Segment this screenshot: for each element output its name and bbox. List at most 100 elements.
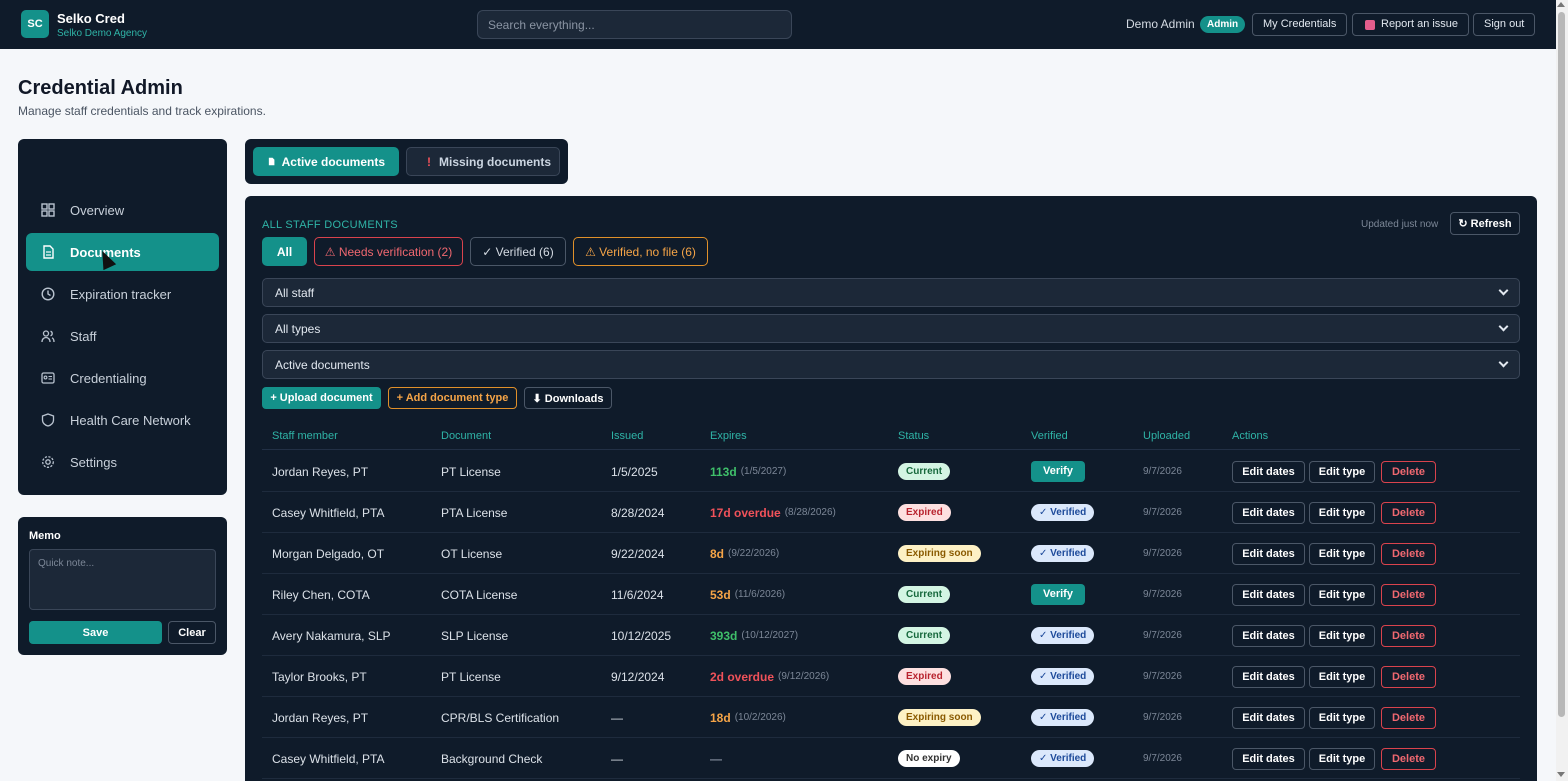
filter-verified[interactable]: ✓ Verified (6): [470, 237, 566, 266]
delete-button[interactable]: Delete: [1381, 543, 1436, 565]
page-scrollbar[interactable]: [1556, 0, 1568, 781]
delete-button[interactable]: Delete: [1381, 666, 1436, 688]
column-header[interactable]: Uploaded: [1143, 430, 1190, 442]
filter-all[interactable]: All: [262, 237, 307, 266]
sidebar-item-label: Expiration tracker: [70, 286, 172, 302]
verified-cell: ✓ Verified: [1031, 492, 1095, 533]
expires-countdown: 2d overdue: [710, 669, 775, 684]
edit-type-button[interactable]: Edit type: [1309, 666, 1375, 688]
column-header[interactable]: Status: [898, 430, 929, 442]
uploaded-cell: 9/7/2026: [1143, 466, 1182, 477]
refresh-button[interactable]: ↻ Refresh: [1450, 212, 1520, 235]
verified-badge: ✓ Verified: [1031, 709, 1095, 726]
upload-document-button[interactable]: + Upload document: [262, 387, 381, 409]
verified-cell: ✓ Verified: [1031, 533, 1095, 574]
expires-countdown: 53d: [710, 587, 731, 602]
status-cell: Expiring soon: [898, 533, 981, 574]
delete-button[interactable]: Delete: [1381, 502, 1436, 524]
add-document-type-button[interactable]: + Add document type: [388, 387, 517, 409]
column-header[interactable]: Verified: [1031, 430, 1068, 442]
delete-button[interactable]: Delete: [1381, 748, 1436, 770]
edit-dates-button[interactable]: Edit dates: [1232, 707, 1305, 729]
edit-type-button[interactable]: Edit type: [1309, 625, 1375, 647]
scroll-down-icon[interactable]: [1557, 772, 1565, 777]
filter-needs-verification[interactable]: ⚠ Needs verification (2): [314, 237, 463, 266]
sidebar-item-overview[interactable]: Overview: [26, 191, 219, 229]
verify-button[interactable]: Verify: [1031, 461, 1085, 482]
sidebar-item-health-care-network[interactable]: Health Care Network: [26, 401, 219, 439]
filter-verified-no-file[interactable]: ⚠ Verified, no file (6): [573, 237, 708, 266]
memo-clear-button[interactable]: Clear: [168, 621, 216, 644]
clock-icon: [41, 287, 55, 301]
document-scope-select[interactable]: Active documents: [262, 350, 1520, 379]
report-icon: [1365, 20, 1375, 30]
edit-type-button[interactable]: Edit type: [1309, 543, 1375, 565]
delete-button[interactable]: Delete: [1381, 707, 1436, 729]
sidebar-item-staff[interactable]: Staff: [26, 317, 219, 355]
edit-type-button[interactable]: Edit type: [1309, 461, 1375, 483]
edit-dates-button[interactable]: Edit dates: [1232, 502, 1305, 524]
shield-icon: [41, 413, 55, 427]
expires-date: (11/6/2026): [734, 589, 786, 600]
delete-button[interactable]: Delete: [1381, 625, 1436, 647]
expires-countdown: 17d overdue: [710, 505, 781, 520]
edit-dates-button[interactable]: Edit dates: [1232, 584, 1305, 606]
scroll-up-icon[interactable]: [1557, 2, 1565, 7]
expires-date: (10/12/2027): [741, 630, 799, 641]
memo-textarea[interactable]: [29, 549, 216, 610]
verified-cell: ✓ Verified: [1031, 697, 1095, 738]
user-name: Demo Admin: [1126, 17, 1195, 31]
table-row: Jordan Reyes, PT PT License 1/5/2025 113…: [262, 451, 1520, 492]
status-badge: Expiring soon: [898, 709, 981, 726]
page-subtitle: Manage staff credentials and track expir…: [18, 104, 266, 118]
sidebar-item-expiration-tracker[interactable]: Expiration tracker: [26, 275, 219, 313]
sidebar-item-credentialing[interactable]: Credentialing: [26, 359, 219, 397]
sidebar-item-label: Health Care Network: [70, 412, 191, 428]
table-row: Casey Whitfield, PTA PTA License 8/28/20…: [262, 492, 1520, 533]
issued-cell: 11/6/2024: [611, 587, 664, 602]
chevron-down-icon: [1498, 285, 1509, 296]
memo-title: Memo: [29, 530, 61, 542]
sign-out-button[interactable]: Sign out: [1473, 13, 1536, 36]
scroll-thumb[interactable]: [1558, 12, 1565, 717]
expires-cell: 53d (11/6/2026): [710, 574, 785, 615]
delete-button[interactable]: Delete: [1381, 461, 1436, 483]
verify-button[interactable]: Verify: [1031, 584, 1085, 605]
edit-dates-button[interactable]: Edit dates: [1232, 666, 1305, 688]
column-header[interactable]: Issued: [611, 430, 643, 442]
column-header[interactable]: Document: [441, 430, 491, 442]
edit-dates-button[interactable]: Edit dates: [1232, 461, 1305, 483]
edit-type-button[interactable]: Edit type: [1309, 584, 1375, 606]
documents-panel: ALL STAFF DOCUMENTS Updated just now ↻ R…: [245, 196, 1537, 781]
staff-member-cell: Jordan Reyes, PT: [272, 710, 369, 725]
verified-cell: ✓ Verified: [1031, 656, 1095, 697]
edit-dates-button[interactable]: Edit dates: [1232, 543, 1305, 565]
uploaded-cell: 9/7/2026: [1143, 753, 1182, 764]
edit-type-button[interactable]: Edit type: [1309, 707, 1375, 729]
sidebar-item-settings[interactable]: Settings: [26, 443, 219, 481]
issued-cell: 9/22/2024: [611, 546, 665, 561]
sidebar-item-documents[interactable]: Documents: [26, 233, 219, 271]
tab-active-documents[interactable]: Active documents: [253, 147, 399, 176]
sidebar-item-label: Staff: [70, 328, 97, 344]
verified-cell: Verify: [1031, 451, 1085, 492]
agency-name: Selko Demo Agency: [57, 28, 148, 39]
edit-dates-button[interactable]: Edit dates: [1232, 748, 1305, 770]
downloads-button[interactable]: ⬇ Downloads: [524, 387, 612, 409]
edit-type-button[interactable]: Edit type: [1309, 748, 1375, 770]
edit-type-button[interactable]: Edit type: [1309, 502, 1375, 524]
memo-save-button[interactable]: Save: [29, 621, 162, 644]
my-credentials-button[interactable]: My Credentials: [1252, 13, 1348, 36]
tab-missing-documents[interactable]: ! Missing documents: [406, 147, 560, 176]
edit-dates-button[interactable]: Edit dates: [1232, 625, 1305, 647]
column-header[interactable]: Expires: [710, 430, 747, 442]
delete-button[interactable]: Delete: [1381, 584, 1436, 606]
uploaded-cell: 9/7/2026: [1143, 507, 1182, 518]
report-issue-button[interactable]: Report an issue: [1352, 13, 1470, 36]
type-select[interactable]: All types: [262, 314, 1520, 343]
app-logo[interactable]: SC: [21, 10, 49, 38]
staff-select[interactable]: All staff: [262, 278, 1520, 307]
uploaded-cell: 9/7/2026: [1143, 589, 1182, 600]
column-header[interactable]: Staff member: [272, 430, 338, 442]
search-input[interactable]: [477, 10, 792, 39]
